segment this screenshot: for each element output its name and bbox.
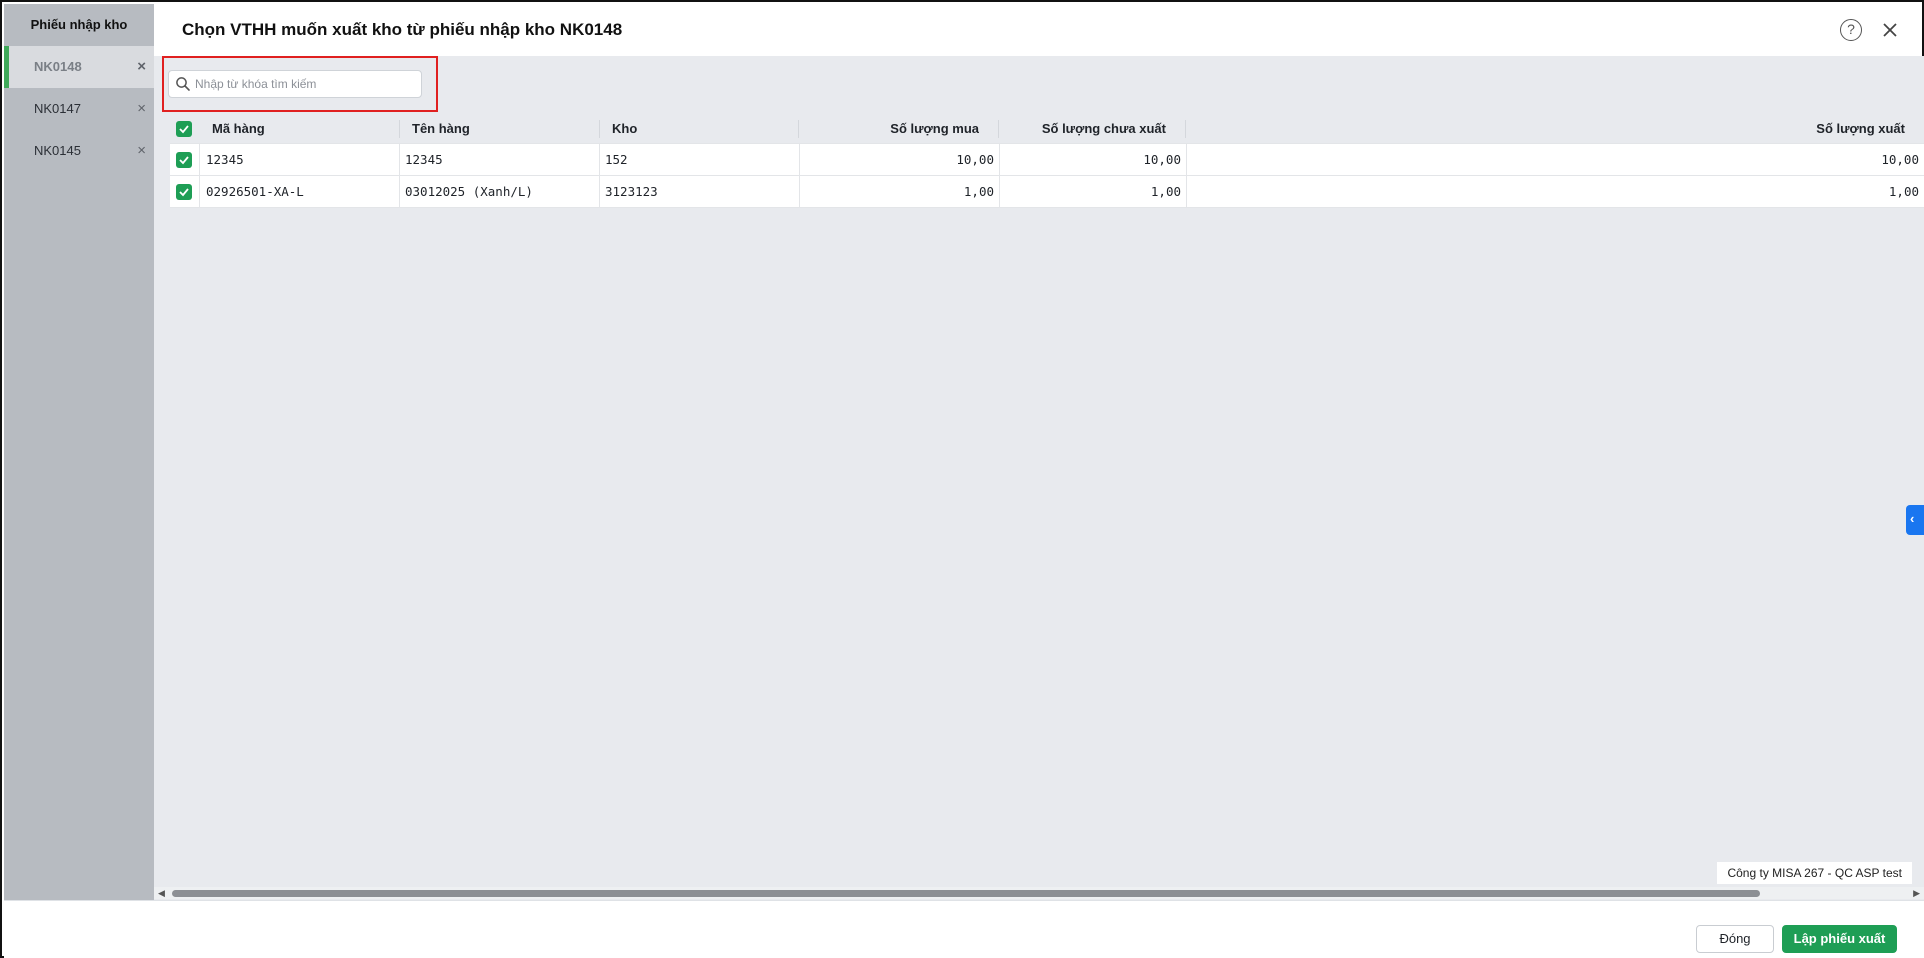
table-row[interactable]: 12345 12345 152 10,00 10,00 10,00 — [170, 144, 1924, 176]
sidebar-item-label: NK0145 — [34, 143, 81, 158]
cell-so-luong-mua[interactable]: 1,00 — [800, 176, 1000, 207]
search-icon — [175, 76, 191, 92]
select-all-checkbox[interactable] — [176, 121, 192, 137]
cell-so-luong-xuat[interactable]: 1,00 — [1187, 176, 1924, 207]
checkbox-cell — [170, 144, 200, 175]
cell-ma-hang[interactable]: 02926501-XA-L — [200, 176, 400, 207]
column-header-so-luong-xuat[interactable]: Số lượng xuất — [1187, 114, 1905, 143]
dialog-header: Chọn VTHH muốn xuất kho từ phiếu nhập kh… — [154, 4, 1922, 56]
cell-so-luong-chua-xuat[interactable]: 1,00 — [1000, 176, 1187, 207]
dialog-frame: Phiếu nhập kho NK0148 × NK0147 × NK0145 … — [0, 0, 1924, 958]
content-area: Mã hàng Tên hàng Kho Số lượng mua Số lượ… — [154, 56, 1924, 900]
collapse-panel-tab[interactable]: ‹ — [1906, 505, 1924, 535]
dialog-footer: Đóng Lập phiếu xuất — [4, 900, 1924, 958]
search-input[interactable] — [195, 71, 419, 97]
column-divider — [399, 120, 400, 138]
column-header-ten-hang[interactable]: Tên hàng — [412, 114, 562, 143]
cell-ten-hang[interactable]: 12345 — [400, 144, 600, 175]
scrollbar-thumb[interactable] — [172, 890, 1760, 897]
page-title: Chọn VTHH muốn xuất kho từ phiếu nhập kh… — [182, 20, 623, 39]
close-icon[interactable]: × — [137, 88, 146, 130]
sidebar-item-nk0147[interactable]: NK0147 × — [4, 88, 154, 130]
sidebar-title: Phiếu nhập kho — [4, 4, 154, 46]
close-button[interactable]: Đóng — [1696, 925, 1774, 953]
sidebar-item-nk0145[interactable]: NK0145 × — [4, 130, 154, 172]
sidebar-item-label: NK0147 — [34, 101, 81, 116]
column-header-kho[interactable]: Kho — [612, 114, 762, 143]
close-icon[interactable] — [1876, 16, 1904, 44]
cell-ten-hang[interactable]: 03012025 (Xanh/L) — [400, 176, 600, 207]
sidebar-item-nk0148[interactable]: NK0148 × — [4, 46, 154, 88]
search-box[interactable] — [168, 70, 422, 98]
close-icon[interactable]: × — [137, 46, 146, 88]
close-icon[interactable]: × — [137, 130, 146, 172]
column-divider — [998, 120, 999, 138]
table-row[interactable]: 02926501-XA-L 03012025 (Xanh/L) 3123123 … — [170, 176, 1924, 208]
column-header-so-luong-chua-xuat[interactable]: Số lượng chưa xuất — [1000, 114, 1166, 143]
column-divider — [798, 120, 799, 138]
cell-ma-hang[interactable]: 12345 — [200, 144, 400, 175]
column-divider — [599, 120, 600, 138]
help-icon[interactable]: ? — [1840, 19, 1862, 41]
sidebar: Phiếu nhập kho NK0148 × NK0147 × NK0145 … — [4, 4, 154, 904]
company-label: Công ty MISA 267 - QC ASP test — [1717, 862, 1912, 884]
sidebar-item-label: NK0148 — [34, 59, 82, 74]
scroll-right-arrow-icon[interactable]: ▶ — [1913, 888, 1920, 899]
cell-so-luong-xuat[interactable]: 10,00 — [1187, 144, 1924, 175]
cell-kho[interactable]: 152 — [600, 144, 800, 175]
column-header-ma-hang[interactable]: Mã hàng — [212, 114, 362, 143]
cell-so-luong-mua[interactable]: 10,00 — [800, 144, 1000, 175]
create-export-slip-button[interactable]: Lập phiếu xuất — [1782, 925, 1897, 953]
table-header-row: Mã hàng Tên hàng Kho Số lượng mua Số lượ… — [170, 114, 1924, 144]
checkbox-cell — [170, 176, 200, 207]
cell-kho[interactable]: 3123123 — [600, 176, 800, 207]
items-table: Mã hàng Tên hàng Kho Số lượng mua Số lượ… — [170, 114, 1924, 208]
cell-so-luong-chua-xuat[interactable]: 10,00 — [1000, 144, 1187, 175]
column-divider — [1185, 120, 1186, 138]
horizontal-scrollbar[interactable]: ◀ ▶ — [154, 887, 1924, 899]
column-header-so-luong-mua[interactable]: Số lượng mua — [800, 114, 979, 143]
chevron-left-icon: ‹ — [1910, 511, 1915, 526]
scroll-left-arrow-icon[interactable]: ◀ — [158, 888, 165, 899]
